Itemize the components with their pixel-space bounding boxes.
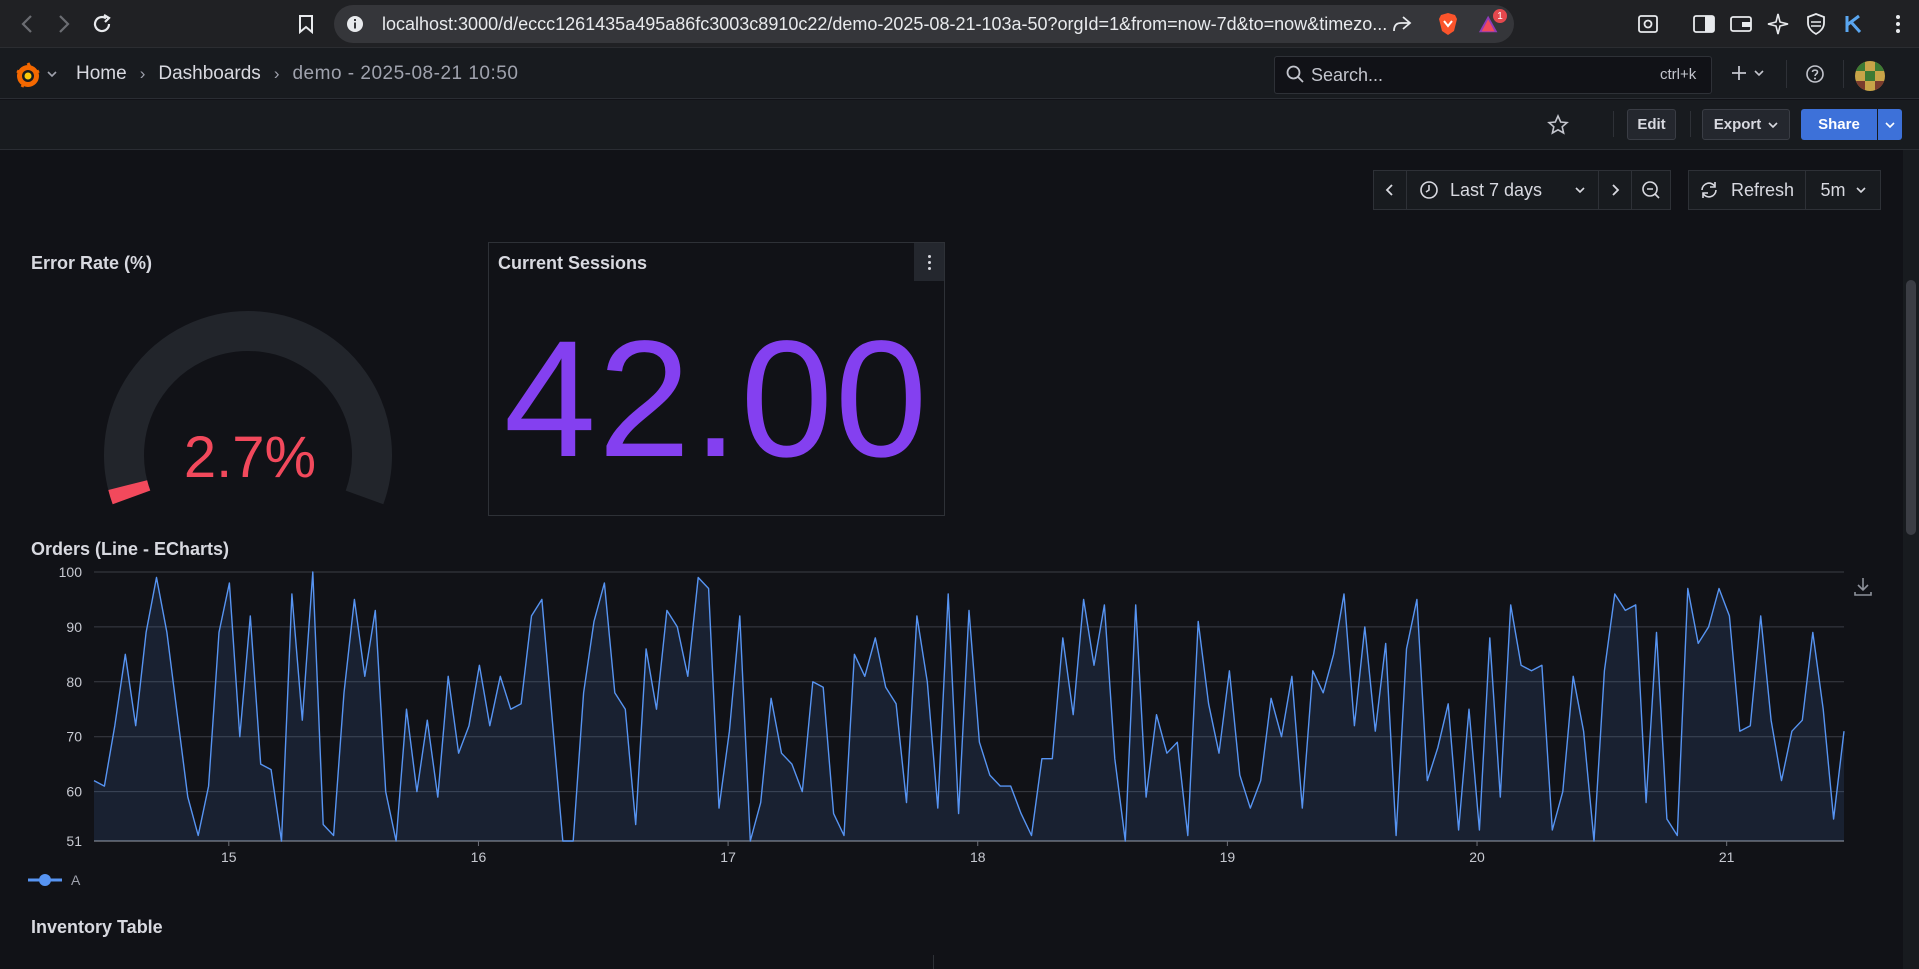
star-icon[interactable] <box>1547 114 1569 136</box>
brave-shield-icon[interactable] <box>1436 12 1460 36</box>
grafana-logo-icon[interactable] <box>13 61 45 91</box>
y-tick-label: 90 <box>66 619 82 635</box>
notification-badge: 1 <box>1493 9 1507 23</box>
panel-menu-button[interactable] <box>914 243 944 281</box>
y-tick-label: 70 <box>66 729 82 745</box>
chevron-down-icon <box>1768 121 1778 128</box>
gauge-value-arc <box>108 480 151 505</box>
export-button[interactable]: Export <box>1702 109 1790 140</box>
chart-legend: A <box>27 872 80 888</box>
table-column-divider <box>933 955 934 969</box>
sidebar-icon[interactable] <box>1692 12 1716 36</box>
refresh-interval-label: 5m <box>1820 179 1846 200</box>
search-icon <box>1286 65 1304 83</box>
x-tick-label: 15 <box>221 849 237 865</box>
legend-series-icon[interactable] <box>27 872 63 888</box>
reload-icon[interactable] <box>90 12 114 36</box>
x-tick-label: 19 <box>1220 849 1236 865</box>
share-dropdown-button[interactable] <box>1878 109 1902 140</box>
chevron-down-icon <box>1575 187 1585 194</box>
forward-icon[interactable] <box>52 12 76 36</box>
time-shift-back-button[interactable] <box>1373 170 1407 210</box>
breadcrumb: Home › Dashboards › demo - 2025-08-21 10… <box>76 63 518 85</box>
search-shortcut: ctrl+k <box>1660 66 1697 83</box>
add-new-button[interactable] <box>1730 64 1764 82</box>
zoom-out-button[interactable] <box>1631 170 1671 210</box>
toolbar-divider <box>1690 111 1691 137</box>
breadcrumb-separator: › <box>139 64 146 83</box>
gauge-panel-title[interactable]: Error Rate (%) <box>31 253 152 274</box>
chevron-left-icon <box>1385 184 1393 196</box>
url-host: localhost <box>382 14 454 34</box>
refresh-icon <box>1701 182 1717 198</box>
wallet-icon[interactable] <box>1729 12 1753 36</box>
browser-menu-icon[interactable] <box>1886 12 1910 36</box>
plus-icon <box>1732 66 1746 80</box>
breadcrumb-separator: › <box>273 64 280 83</box>
back-icon[interactable] <box>15 12 39 36</box>
time-shift-forward-button[interactable] <box>1598 170 1632 210</box>
site-info-icon[interactable] <box>343 12 367 36</box>
time-range-picker[interactable]: Last 7 days <box>1406 170 1599 210</box>
gauge-value-text: 2.7% <box>183 425 317 490</box>
search-placeholder: Search... <box>1311 65 1384 85</box>
breadcrumb-current: demo - 2025-08-21 10:50 <box>292 63 519 84</box>
refresh-interval-picker[interactable]: 5m <box>1805 170 1881 210</box>
breadcrumb-dashboards[interactable]: Dashboards <box>158 63 260 85</box>
chevron-down-icon <box>1855 187 1866 194</box>
url-text[interactable]: localhost:3000/d/eccc1261435a495a86fc300… <box>382 14 1387 35</box>
x-tick-label: 20 <box>1469 849 1485 865</box>
x-tick-label: 16 <box>471 849 487 865</box>
stat-panel-title[interactable]: Current Sessions <box>498 253 647 274</box>
inventory-panel-title[interactable]: Inventory Table <box>31 917 163 938</box>
chevron-down-icon <box>1885 121 1895 128</box>
share-button[interactable]: Share <box>1801 109 1877 140</box>
orders-chart: 51 60 70 80 90 100 15 16 17 18 19 20 21 <box>59 564 1845 865</box>
url-path: :3000/d/eccc1261435a495a86fc3003c8910c22… <box>453 14 1388 34</box>
time-range-label: Last 7 days <box>1450 179 1543 200</box>
zoom-out-icon <box>1642 181 1660 199</box>
avatar[interactable] <box>1855 61 1885 91</box>
browser-toolbar: localhost:3000/d/eccc1261435a495a86fc300… <box>0 0 1919 48</box>
x-tick-label: 17 <box>720 849 736 865</box>
vpn-shield-icon[interactable] <box>1804 12 1828 36</box>
y-tick-label: 100 <box>59 564 83 580</box>
extension-k-icon[interactable] <box>1842 12 1866 36</box>
scrollbar-thumb[interactable] <box>1906 280 1916 535</box>
refresh-label: Refresh <box>1731 179 1795 200</box>
screenshot-icon[interactable] <box>1636 12 1660 36</box>
chevron-right-icon <box>1612 184 1620 196</box>
share-page-icon[interactable] <box>1390 12 1414 36</box>
topbar-divider <box>1786 60 1787 88</box>
clock-icon <box>1420 181 1438 199</box>
refresh-button[interactable]: Refresh <box>1688 170 1806 210</box>
edit-button[interactable]: Edit <box>1627 109 1676 140</box>
toolbar-divider <box>1613 111 1614 137</box>
logo-chevron-down-icon[interactable] <box>47 70 57 78</box>
help-icon[interactable] <box>1805 64 1825 84</box>
topbar-divider <box>1843 60 1844 88</box>
export-label: Export <box>1713 116 1762 133</box>
y-tick-label: 51 <box>66 833 82 849</box>
breadcrumb-home[interactable]: Home <box>76 63 127 85</box>
chevron-down-icon <box>1754 70 1764 77</box>
x-tick-label: 18 <box>970 849 986 865</box>
bookmark-icon[interactable] <box>294 12 318 36</box>
legend-series-label[interactable]: A <box>71 872 80 888</box>
leo-ai-icon[interactable] <box>1766 12 1790 36</box>
y-tick-label: 60 <box>66 784 82 800</box>
x-tick-label: 21 <box>1719 849 1735 865</box>
y-tick-label: 80 <box>66 674 82 690</box>
page-scrollbar[interactable] <box>1903 150 1919 969</box>
stat-value: 42.00 <box>503 307 930 492</box>
orders-panel-title[interactable]: Orders (Line - ECharts) <box>31 539 229 560</box>
